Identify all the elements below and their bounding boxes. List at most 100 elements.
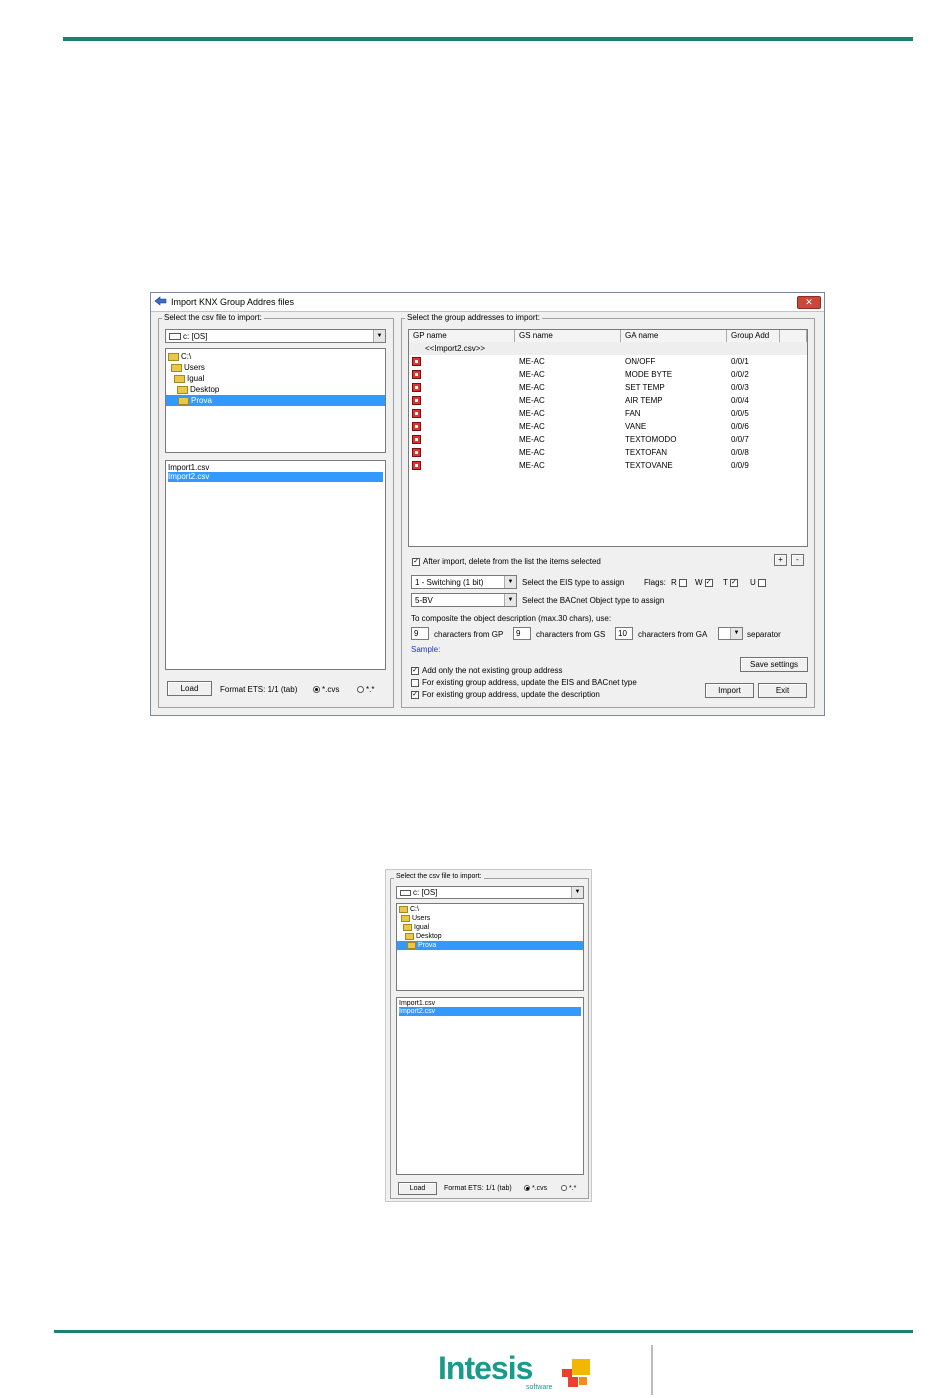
folder-open-icon (171, 363, 182, 372)
bottom-rule (54, 1330, 913, 1333)
csv-file-group: Select the csv file to import: c: [OS] ▼… (158, 313, 394, 708)
table-row[interactable]: ME-AC AIR TEMP 0/0/4 (409, 394, 807, 407)
col-ga-name[interactable]: GA name (621, 330, 727, 342)
zoom-file-list[interactable]: Import1.csv Import2.csv (396, 997, 584, 1175)
load-button[interactable]: Load (167, 681, 212, 696)
cell-addr: 0/0/7 (731, 435, 749, 444)
remove-button[interactable]: - (791, 554, 804, 566)
zoom-group-label: Select the csv file to import: (394, 873, 484, 880)
logo-text: Intesis (438, 1350, 533, 1386)
separator-select[interactable]: ▼ (718, 627, 743, 640)
ga-group-label: Select the group addresses to import: (405, 313, 542, 322)
tree-node-root[interactable]: C:\ (168, 351, 191, 362)
tree-node-igual[interactable]: Igual (174, 373, 204, 384)
col-gp-name[interactable]: GP name (409, 330, 515, 342)
update-desc-checkbox[interactable]: ✓ For existing group address, update the … (411, 690, 600, 699)
cell-gs: ME-AC (519, 435, 545, 444)
remove-item-icon[interactable] (412, 383, 421, 392)
remove-item-icon[interactable] (412, 422, 421, 431)
remove-item-icon[interactable] (412, 357, 421, 366)
zoom-load-button[interactable]: Load (398, 1182, 437, 1195)
tree-node-prova[interactable]: Prova (397, 941, 583, 950)
bacnet-type-select[interactable]: 5-BV ▼ (411, 593, 517, 607)
checkbox-checked-icon: ✓ (704, 578, 713, 587)
gp-chars-input[interactable]: 9 (411, 627, 429, 640)
folder-open-icon (399, 905, 408, 913)
add-button[interactable]: + (774, 554, 787, 566)
radio-csv[interactable]: *.cvs (313, 685, 339, 694)
zoom-radio-all[interactable]: *.* (561, 1185, 576, 1192)
zoom-folder-tree[interactable]: C:\ Users Igual Desktop Prova (396, 903, 584, 991)
after-import-checkbox[interactable]: ✓ After import, delete from the list the … (412, 557, 601, 566)
table-row[interactable]: ME-AC TEXTOMODO 0/0/7 (409, 433, 807, 446)
radio-all[interactable]: *.* (357, 685, 374, 694)
cell-gs: ME-AC (519, 396, 545, 405)
table-row[interactable]: ME-AC VANE 0/0/6 (409, 420, 807, 433)
gs-chars-label: characters from GS (536, 630, 606, 639)
flag-w[interactable]: W ✓ (695, 578, 716, 587)
table-row[interactable]: ME-AC FAN 0/0/5 (409, 407, 807, 420)
checkbox-checked-icon: ✓ (411, 690, 419, 699)
folder-open-icon (168, 352, 179, 361)
file-item-selected[interactable]: Import2.csv (399, 1007, 581, 1016)
add-only-checkbox[interactable]: ✓ Add only the not existing group address (411, 666, 563, 675)
title-bar[interactable]: Import KNX Group Addres files ✕ (151, 293, 824, 312)
cell-gs: ME-AC (519, 422, 545, 431)
chevron-down-icon[interactable]: ▼ (373, 330, 385, 342)
ga-table[interactable]: GP name GS name GA name Group Add <<Impo… (408, 329, 808, 547)
table-row[interactable]: ME-AC SET TEMP 0/0/3 (409, 381, 807, 394)
flag-r[interactable]: R (671, 578, 690, 587)
eis-type-label: Select the EIS type to assign (522, 578, 625, 587)
drive-select[interactable]: c: [OS] ▼ (165, 329, 386, 343)
cell-addr: 0/0/3 (731, 383, 749, 392)
table-row[interactable]: ME-AC ON/OFF 0/0/1 (409, 355, 807, 368)
folder-open-icon (401, 914, 410, 922)
col-group-add[interactable]: Group Add (727, 330, 780, 342)
file-list[interactable]: Import1.csv Import2.csv (165, 460, 386, 670)
folder-open-icon (177, 385, 188, 394)
ga-chars-input[interactable]: 10 (615, 627, 633, 640)
exit-button[interactable]: Exit (758, 683, 807, 698)
cell-addr: 0/0/6 (731, 422, 749, 431)
cell-ga: VANE (625, 422, 647, 431)
flag-u[interactable]: U (750, 578, 769, 587)
checkbox-checked-icon: ✓ (411, 666, 419, 675)
table-root-row[interactable]: <<Import2.csv>> (409, 342, 807, 355)
cell-gs: ME-AC (519, 357, 545, 366)
zoom-radio-csv[interactable]: *.cvs (524, 1185, 547, 1192)
logo-mark-icon (562, 1359, 590, 1387)
chevron-down-icon[interactable]: ▼ (571, 887, 583, 898)
tree-node-desktop[interactable]: Desktop (177, 384, 219, 395)
checkbox-checked-icon: ✓ (412, 557, 420, 566)
col-gs-name[interactable]: GS name (515, 330, 621, 342)
chevron-down-icon[interactable]: ▼ (730, 628, 742, 639)
import-button[interactable]: Import (705, 683, 754, 698)
remove-item-icon[interactable] (412, 435, 421, 444)
chevron-down-icon[interactable]: ▼ (504, 576, 516, 588)
remove-item-icon[interactable] (412, 409, 421, 418)
cell-ga: ON/OFF (625, 357, 656, 366)
table-row[interactable]: ME-AC TEXTOVANE 0/0/9 (409, 459, 807, 472)
remove-item-icon[interactable] (412, 448, 421, 457)
eis-type-select[interactable]: 1 - Switching (1 bit) ▼ (411, 575, 517, 589)
gs-chars-input[interactable]: 9 (513, 627, 531, 640)
close-button[interactable]: ✕ (797, 296, 821, 309)
tree-node-users[interactable]: Users (171, 362, 205, 373)
cell-addr: 0/0/1 (731, 357, 749, 366)
file-item-selected[interactable]: Import2.csv (168, 472, 383, 482)
chevron-down-icon[interactable]: ▼ (504, 594, 516, 606)
folder-tree[interactable]: C:\ Users Igual Desktop Prova (165, 348, 386, 453)
tree-node-prova[interactable]: Prova (166, 395, 385, 406)
remove-item-icon[interactable] (412, 396, 421, 405)
save-settings-button[interactable]: Save settings (740, 657, 808, 672)
flag-t[interactable]: T ✓ (723, 578, 741, 587)
group-address-group: Select the group addresses to import: GP… (401, 313, 815, 708)
table-row[interactable]: ME-AC MODE BYTE 0/0/2 (409, 368, 807, 381)
table-row[interactable]: ME-AC TEXTOFAN 0/0/8 (409, 446, 807, 459)
cell-ga: MODE BYTE (625, 370, 673, 379)
cell-addr: 0/0/2 (731, 370, 749, 379)
update-eis-checkbox[interactable]: For existing group address, update the E… (411, 678, 637, 687)
remove-item-icon[interactable] (412, 370, 421, 379)
remove-item-icon[interactable] (412, 461, 421, 470)
zoom-drive-select[interactable]: c: [OS] ▼ (396, 886, 584, 899)
